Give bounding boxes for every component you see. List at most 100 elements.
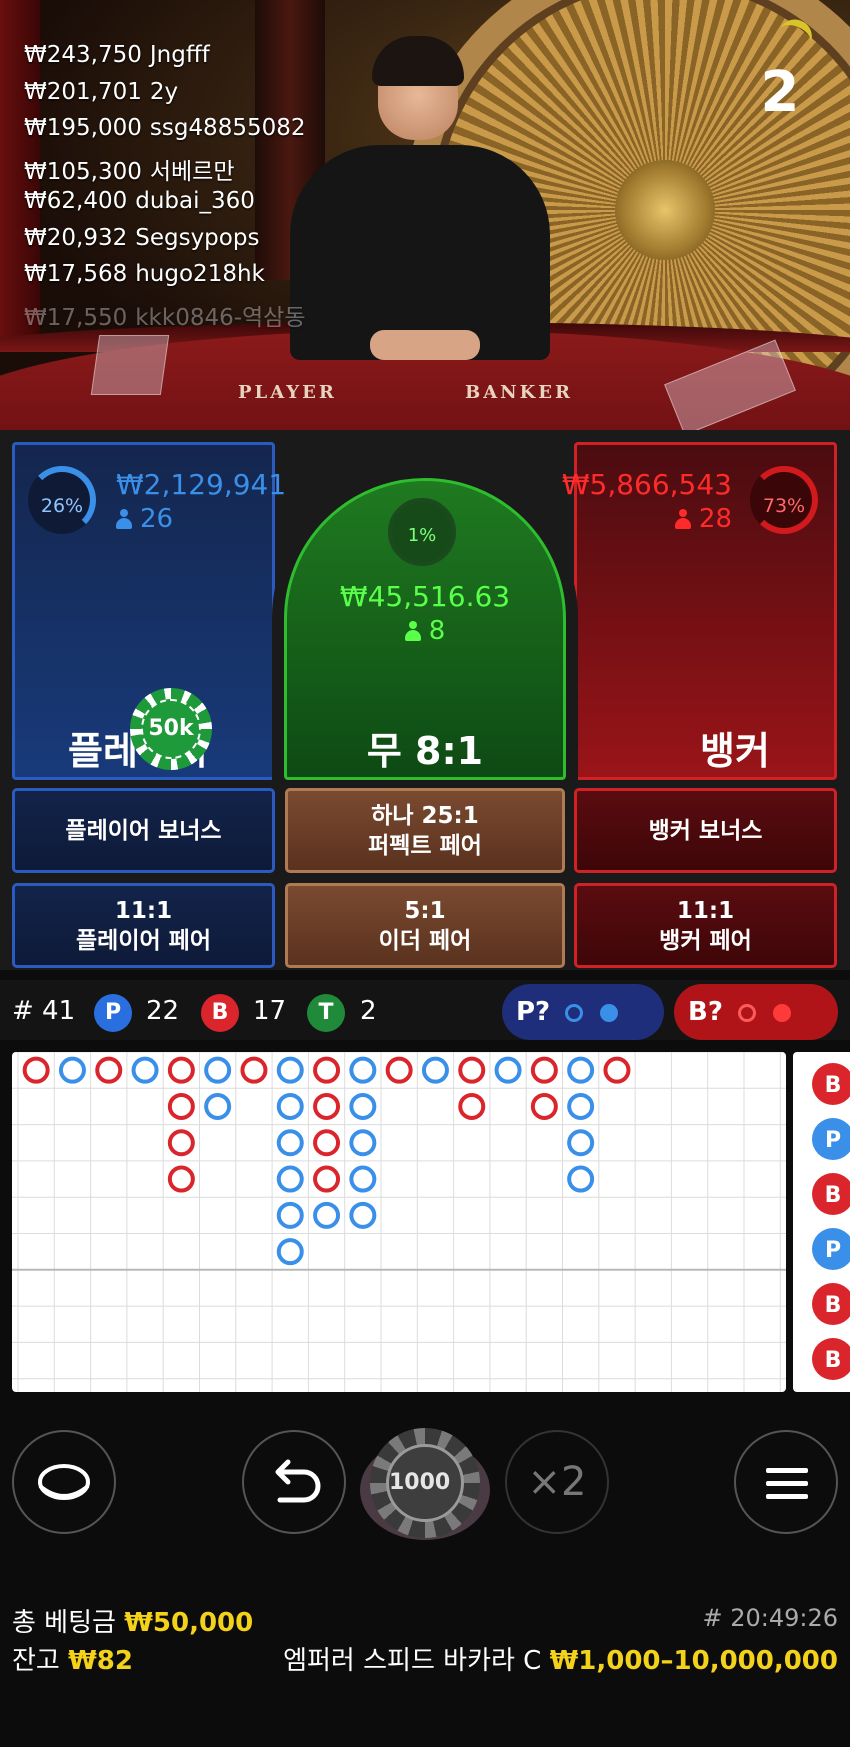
winner-row: ₩243,750 Jngfff	[24, 42, 210, 68]
person-icon	[404, 621, 421, 641]
banker-total-amount: ₩5,866,543	[561, 468, 732, 501]
banker-badge: B	[201, 994, 239, 1032]
blue-dot-icon	[600, 1003, 619, 1022]
road-player-mark	[313, 1201, 341, 1229]
road-banker-mark	[167, 1165, 195, 1193]
banker-win-count: 17	[253, 996, 287, 1026]
bead-label: B	[825, 1348, 842, 1373]
total-bet: 총 베팅금 ₩50,000	[12, 1608, 254, 1638]
road-banker-mark	[313, 1056, 341, 1084]
player-pair-button[interactable]: 11:1 플레이어 페어	[12, 883, 275, 968]
road-banker-mark	[313, 1165, 341, 1193]
bead-road-strip[interactable]: B P B P B B	[793, 1052, 850, 1392]
road-banker-mark	[458, 1092, 486, 1120]
clock: # 20:49:26	[702, 1604, 838, 1632]
winner-row: ₩20,932 Segsypops	[24, 224, 260, 251]
live-video: PLAYER BANKER ₩243,750 Jngfff ₩201,701 2y …	[0, 0, 850, 445]
double-button[interactable]: ×2	[505, 1430, 609, 1534]
winner-row: ₩201,701 2y	[24, 78, 179, 105]
placed-chip[interactable]: 50k	[130, 688, 212, 770]
winner-row: ₩17,568 hugo218hk	[24, 261, 265, 287]
road-grid	[12, 1052, 786, 1392]
road-banker-mark	[167, 1129, 195, 1157]
road-player-mark	[567, 1165, 595, 1193]
road-player-mark	[276, 1238, 304, 1266]
bead-label: B	[825, 1183, 842, 1208]
red-dot-icon	[773, 1003, 792, 1022]
road-player-mark	[276, 1056, 304, 1084]
menu-button[interactable]	[734, 1430, 838, 1534]
banker-pair-button[interactable]: 11:1 뱅커 페어	[574, 883, 837, 968]
predict-banker-button[interactable]: B?	[674, 984, 838, 1079]
road-player-mark	[276, 1165, 304, 1193]
countdown-timer: 2	[760, 60, 800, 125]
tie-win-count: 2	[360, 996, 377, 1026]
road-player-mark	[276, 1129, 304, 1157]
scoreboard-road[interactable]	[12, 1052, 786, 1392]
road-banker-mark	[385, 1056, 413, 1084]
bead-label: P	[825, 1238, 841, 1263]
predict-player-button[interactable]: P?	[502, 984, 664, 1079]
round-number: # 41	[12, 996, 76, 1026]
card-shoe	[90, 335, 170, 395]
road-player-mark	[131, 1056, 159, 1084]
person-icon	[116, 509, 132, 529]
road-banker-mark	[530, 1092, 558, 1120]
tie-total-amount: ₩45,516.63	[339, 580, 511, 613]
lobby-icon	[38, 1464, 90, 1500]
road-banker-mark	[22, 1056, 50, 1084]
chip-selector[interactable]: 1000	[370, 1428, 480, 1538]
winners-list: ₩243,750 Jngfff ₩201,701 2y ₩195,000 ssg488…	[24, 42, 306, 334]
road-player-mark	[567, 1129, 595, 1157]
road-player-mark	[276, 1092, 304, 1120]
road-player-mark	[204, 1056, 232, 1084]
banker-percent-ring: 73%	[750, 466, 818, 534]
road-player-mark	[349, 1129, 377, 1157]
person-icon	[674, 509, 691, 529]
road-banker-mark	[313, 1092, 341, 1120]
dealer	[290, 36, 550, 360]
winner-row: ₩17,550 kkk0846-역삼동	[24, 304, 306, 331]
undo-button[interactable]	[242, 1430, 346, 1534]
road-player-mark	[567, 1092, 595, 1120]
tie-bettor-count: 8	[285, 616, 565, 646]
player-badge: P	[94, 994, 132, 1032]
player-bonus-button[interactable]: 플레이어 보너스	[12, 788, 275, 873]
felt-player-label: PLAYER	[238, 382, 337, 403]
perfect-pair-button[interactable]: 하나 25:1 퍼펙트 페어	[285, 788, 565, 873]
bead-label: B	[825, 1293, 842, 1318]
lobby-button[interactable]	[12, 1430, 116, 1534]
player-percent-ring: 26%	[28, 466, 96, 534]
road-player-mark	[276, 1201, 304, 1229]
road-banker-mark	[240, 1056, 268, 1084]
footer: 총 베팅금 ₩50,000 잔고 ₩82 # 20:49:26 엠퍼러 스피드 …	[0, 1590, 850, 1747]
road-player-mark	[567, 1056, 595, 1084]
bead-label: P	[825, 1128, 841, 1153]
tie-percent-ring: 1%	[388, 498, 456, 566]
betting-table: 26% ₩2,129,941 26 73% ₩5,866,543 28 1% ₩…	[0, 430, 850, 970]
road-banker-mark	[458, 1056, 486, 1084]
winner-row: ₩195,000 ssg48855082	[24, 115, 306, 141]
road-player-mark	[349, 1165, 377, 1193]
banker-spot-label: 뱅커	[700, 729, 770, 773]
banker-bettor-count: 28	[674, 504, 732, 534]
road-banker-mark	[167, 1092, 195, 1120]
road-banker-mark	[603, 1056, 631, 1084]
either-pair-button[interactable]: 5:1 이더 페어	[285, 883, 565, 968]
winner-row: ₩105,300 서베르만	[24, 158, 235, 185]
undo-icon	[275, 1459, 321, 1503]
road-banker-mark	[167, 1056, 195, 1084]
bead-road-grid: B P B P B B	[812, 1063, 850, 1380]
balance: 잔고 ₩82	[12, 1646, 133, 1676]
blue-ring-icon	[565, 1003, 584, 1022]
tie-spot-label: 무 8:1	[366, 729, 484, 773]
road-player-mark	[421, 1056, 449, 1084]
road-player-mark	[349, 1201, 377, 1229]
player-total-amount: ₩2,129,941	[116, 468, 287, 501]
tie-badge: T	[307, 994, 345, 1032]
banker-bonus-button[interactable]: 뱅커 보너스	[574, 788, 837, 873]
player-win-count: 22	[146, 996, 180, 1026]
player-bettor-count: 26	[116, 504, 173, 534]
winner-row: ₩62,400 dubai_360	[24, 188, 255, 214]
road-player-mark	[494, 1056, 522, 1084]
